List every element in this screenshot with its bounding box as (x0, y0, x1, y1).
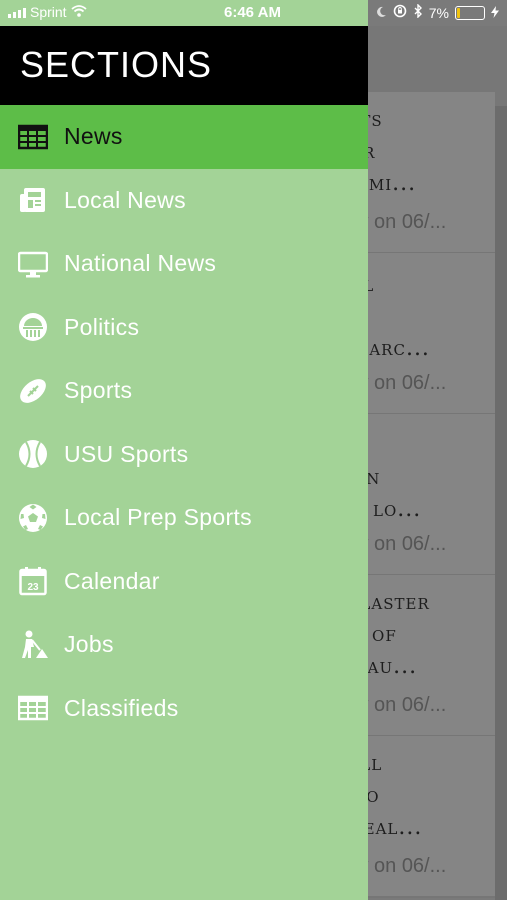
status-bar: Sprint 6:46 AM 7% (0, 0, 507, 26)
football-icon (18, 376, 48, 406)
list-edge (495, 106, 507, 900)
menu-item-classifieds[interactable]: Classifieds (0, 677, 368, 741)
menu-item-local-prep-sports[interactable]: Local Prep Sports (0, 486, 368, 550)
wifi-icon (70, 4, 87, 20)
menu-item-label: Local News (64, 186, 186, 213)
sections-drawer: SECTIONS News Local News National News P… (0, 0, 368, 900)
local-newspaper-icon (18, 185, 48, 215)
status-left: Sprint (8, 4, 87, 20)
soccer-ball-icon (18, 503, 48, 533)
classifieds-icon (18, 693, 48, 723)
menu-item-label: Sports (64, 377, 133, 404)
menu-item-news[interactable]: News (0, 105, 368, 169)
charging-bolt-icon (491, 5, 499, 21)
menu-item-calendar[interactable]: 23 Calendar (0, 550, 368, 614)
drawer-title: SECTIONS (20, 44, 213, 85)
battery-icon (455, 5, 485, 20)
menu-item-label: News (64, 123, 123, 150)
menu-item-label: National News (64, 250, 217, 277)
menu-item-label: Politics (64, 313, 140, 340)
sections-menu: News Local News National News Politics S… (0, 105, 368, 740)
menu-item-label: Classifieds (64, 694, 179, 721)
menu-item-usu-sports[interactable]: USU Sports (0, 423, 368, 487)
baseball-icon (18, 439, 48, 469)
menu-item-national-news[interactable]: National News (0, 232, 368, 296)
clock: 6:46 AM (224, 4, 281, 21)
menu-item-jobs[interactable]: Jobs (0, 613, 368, 677)
capitol-building-icon (18, 312, 48, 342)
signal-icon (8, 6, 26, 18)
menu-item-local-news[interactable]: Local News (0, 169, 368, 233)
bluetooth-icon (413, 3, 423, 21)
menu-item-label: USU Sports (64, 440, 189, 467)
menu-item-sports[interactable]: Sports (0, 359, 368, 423)
menu-item-label: Jobs (64, 631, 114, 658)
svg-text:23: 23 (27, 582, 39, 593)
menu-item-politics[interactable]: Politics (0, 296, 368, 360)
battery-percent: 7% (428, 4, 449, 21)
worker-icon (18, 630, 48, 660)
carrier-label: Sprint (30, 4, 67, 20)
calendar-icon: 23 (18, 566, 48, 596)
status-right: 7% (375, 3, 499, 21)
drawer-header: SECTIONS (0, 26, 368, 105)
newspaper-icon (18, 122, 48, 152)
menu-item-label: Calendar (64, 567, 160, 594)
moon-icon (375, 5, 387, 21)
menu-item-label: Local Prep Sports (64, 504, 252, 531)
monitor-icon (18, 249, 48, 279)
orientation-lock-icon (393, 4, 407, 21)
